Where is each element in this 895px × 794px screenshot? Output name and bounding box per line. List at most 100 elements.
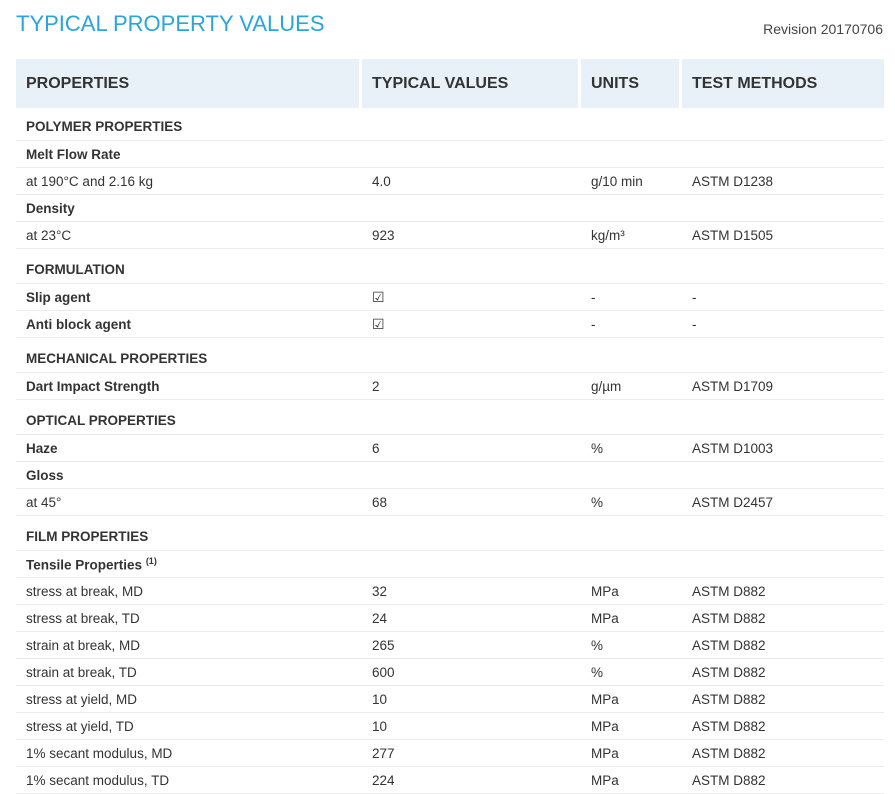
table-row: stress at yield, MD 10 MPa ASTM D882	[16, 686, 884, 713]
value-cell	[362, 551, 581, 578]
property-cell: 1% secant modulus, TD	[16, 767, 362, 794]
value-cell	[362, 141, 581, 168]
test-method-cell	[682, 462, 884, 489]
test-method-cell: ASTM D882	[682, 713, 884, 740]
property-label: Anti block agent	[26, 316, 132, 332]
property-label: at 23°C	[26, 227, 72, 243]
property-label: stress at yield, TD	[26, 718, 134, 734]
property-cell: 1% secant modulus, MD	[16, 740, 362, 767]
property-cell: Tensile Properties (1)	[16, 551, 362, 578]
property-cell: at 23°C	[16, 222, 362, 249]
section-header-row: FORMULATION	[16, 249, 884, 284]
test-method-cell	[682, 108, 884, 141]
table-row: Slip agent ☑ - -	[16, 284, 884, 311]
section-header-row: MECHANICAL PROPERTIES	[16, 338, 884, 373]
value-cell	[362, 400, 581, 435]
property-cell: Melt Flow Rate	[16, 141, 362, 168]
unit-cell: g/10 min	[581, 168, 682, 195]
test-method-cell	[682, 516, 884, 551]
table-row: stress at break, MD 32 MPa ASTM D882	[16, 578, 884, 605]
unit-cell	[581, 141, 682, 168]
value-cell	[362, 338, 581, 373]
section-header-row: OPTICAL PROPERTIES	[16, 400, 884, 435]
unit-cell: %	[581, 659, 682, 686]
test-method-cell: ASTM D882	[682, 686, 884, 713]
footnote-marker: (1)	[145, 555, 157, 566]
test-method-cell: ASTM D1003	[682, 435, 884, 462]
value-cell	[362, 249, 581, 284]
unit-cell	[581, 338, 682, 373]
table-header-row: PROPERTIES TYPICAL VALUES UNITS TEST MET…	[16, 59, 884, 108]
property-cell: Anti block agent	[16, 311, 362, 338]
unit-cell: %	[581, 632, 682, 659]
test-method-cell: -	[682, 311, 884, 338]
unit-cell	[581, 108, 682, 141]
test-method-cell	[682, 338, 884, 373]
column-header-test-methods: TEST METHODS	[682, 59, 884, 108]
unit-cell	[581, 516, 682, 551]
table-row: at 23°C 923 kg/m³ ASTM D1505	[16, 222, 884, 249]
value-cell	[362, 195, 581, 222]
property-cell: stress at yield, TD	[16, 713, 362, 740]
property-cell: stress at break, TD	[16, 605, 362, 632]
section-header-row: FILM PROPERTIES	[16, 516, 884, 551]
section-header-row: POLYMER PROPERTIES	[16, 108, 884, 141]
section-title: FORMULATION	[26, 261, 125, 277]
table-row: stress at break, TD 24 MPa ASTM D882	[16, 605, 884, 632]
value-cell: 68	[362, 489, 581, 516]
unit-cell: MPa	[581, 767, 682, 794]
value-cell: 24	[362, 605, 581, 632]
table-row: 1% secant modulus, TD 224 MPa ASTM D882	[16, 767, 884, 794]
unit-cell	[581, 249, 682, 284]
table-row: Gloss	[16, 462, 884, 489]
unit-cell	[581, 400, 682, 435]
value-cell: 32	[362, 578, 581, 605]
unit-cell	[581, 551, 682, 578]
property-label: strain at break, MD	[26, 637, 141, 653]
property-label: stress at break, TD	[26, 610, 140, 626]
test-method-cell: ASTM D882	[682, 767, 884, 794]
test-method-cell: ASTM D882	[682, 632, 884, 659]
table-row: Density	[16, 195, 884, 222]
property-cell: strain at break, MD	[16, 632, 362, 659]
unit-cell: %	[581, 435, 682, 462]
test-method-cell	[682, 195, 884, 222]
table-row: Anti block agent ☑ - -	[16, 311, 884, 338]
unit-cell: -	[581, 284, 682, 311]
section-title: MECHANICAL PROPERTIES	[26, 350, 208, 366]
value-cell	[362, 108, 581, 141]
column-header-properties: PROPERTIES	[16, 59, 362, 108]
table-row: 1% secant modulus, MD 277 MPa ASTM D882	[16, 740, 884, 767]
checkbox-icon: ☑	[362, 284, 581, 311]
table-row: at 190°C and 2.16 kg 4.0 g/10 min ASTM D123…	[16, 168, 884, 195]
property-cell: Density	[16, 195, 362, 222]
property-cell: strain at break, TD	[16, 659, 362, 686]
property-label: Melt Flow Rate	[26, 146, 121, 162]
unit-cell: %	[581, 489, 682, 516]
property-cell: OPTICAL PROPERTIES	[16, 400, 362, 435]
unit-cell: g/µm	[581, 373, 682, 400]
column-header-units: UNITS	[581, 59, 682, 108]
table-body: POLYMER PROPERTIES Melt Flow Rate at 190°C…	[16, 108, 884, 794]
test-method-cell	[682, 249, 884, 284]
table-row: strain at break, MD 265% ASTM D882	[16, 632, 884, 659]
value-cell: 224	[362, 767, 581, 794]
table-row: strain at break, TD 600% ASTM D882	[16, 659, 884, 686]
unit-cell: MPa	[581, 578, 682, 605]
table-row: Haze 6% ASTM D1003	[16, 435, 884, 462]
value-cell: 600	[362, 659, 581, 686]
property-label: strain at break, TD	[26, 664, 137, 680]
table-row: at 45° 68% ASTM D2457	[16, 489, 884, 516]
property-cell: Dart Impact Strength	[16, 373, 362, 400]
value-cell: 265	[362, 632, 581, 659]
test-method-cell: ASTM D882	[682, 605, 884, 632]
unit-cell: MPa	[581, 740, 682, 767]
test-method-cell: ASTM D1238	[682, 168, 884, 195]
section-title: OPTICAL PROPERTIES	[26, 412, 176, 428]
unit-cell	[581, 195, 682, 222]
test-method-cell: ASTM D1709	[682, 373, 884, 400]
unit-cell: MPa	[581, 605, 682, 632]
section-title: POLYMER PROPERTIES	[26, 118, 183, 134]
section-title: FILM PROPERTIES	[26, 528, 149, 544]
table-row: Dart Impact Strength 2 g/µm ASTM D1709	[16, 373, 884, 400]
